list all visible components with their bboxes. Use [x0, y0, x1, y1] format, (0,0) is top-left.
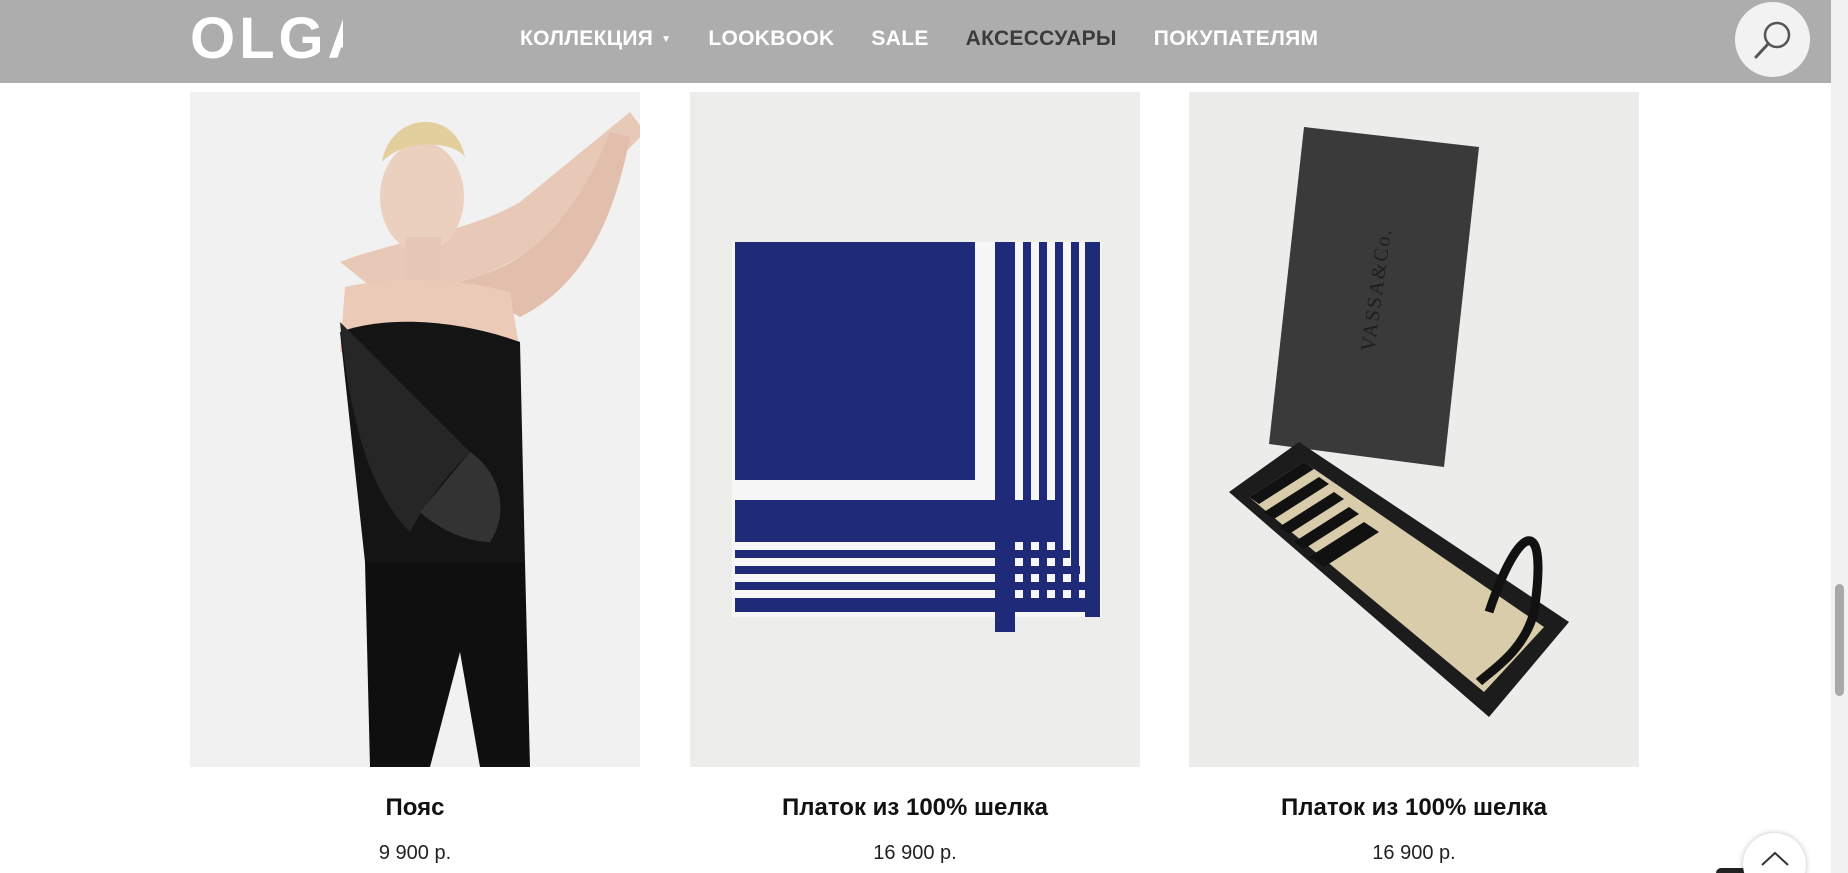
product-image[interactable]	[190, 92, 640, 767]
search-button[interactable]	[1735, 2, 1810, 77]
box-scarf-photo: VASSA&Co.	[1189, 92, 1639, 767]
site-header: OLGA КОЛЛЕКЦИЯ ▼ LOOKBOOK SALE АКСЕССУАР…	[0, 0, 1831, 83]
model-photo	[190, 92, 640, 767]
caret-down-icon: ▼	[661, 33, 672, 45]
nav-item-accessories[interactable]: АКСЕССУАРЫ	[966, 27, 1117, 51]
search-icon	[1754, 21, 1790, 58]
nav-item-customers[interactable]: ПОКУПАТЕЛЯМ	[1154, 27, 1319, 51]
product-price: 16 900 р.	[1372, 842, 1456, 864]
svg-text:OLGA: OLGA	[190, 6, 343, 68]
main-nav: КОЛЛЕКЦИЯ ▼ LOOKBOOK SALE АКСЕССУАРЫ ПОК…	[520, 0, 1355, 78]
nav-item-sale[interactable]: SALE	[871, 27, 928, 51]
page-scrollbar[interactable]	[1831, 0, 1848, 873]
product-title[interactable]: Платок из 100% шелка	[1189, 794, 1639, 822]
nav-item-collection[interactable]: КОЛЛЕКЦИЯ ▼	[520, 27, 671, 51]
product-title[interactable]: Пояс	[190, 794, 640, 822]
product-price: 16 900 р.	[873, 842, 957, 864]
product-card[interactable]: Платок из 100% шелка 16 900 р.	[690, 92, 1140, 864]
product-price: 9 900 р.	[378, 842, 452, 864]
chevron-up-icon	[1760, 851, 1789, 866]
back-to-top-button[interactable]	[1743, 833, 1806, 873]
site-logo[interactable]: OLGA	[188, 6, 343, 68]
scrollbar-thumb[interactable]	[1835, 584, 1844, 696]
product-card[interactable]: Пояс 9 900 р.	[190, 92, 640, 864]
product-image[interactable]	[690, 92, 1140, 767]
scarf-photo	[690, 92, 1140, 767]
product-card[interactable]: VASSA&Co. Платок из 100% шелка 16 900 р.	[1189, 92, 1639, 864]
nav-item-lookbook[interactable]: LOOKBOOK	[708, 27, 834, 51]
product-title[interactable]: Платок из 100% шелка	[690, 794, 1140, 822]
product-image[interactable]: VASSA&Co.	[1189, 92, 1639, 767]
nav-item-collection-label: КОЛЛЕКЦИЯ	[520, 27, 654, 50]
